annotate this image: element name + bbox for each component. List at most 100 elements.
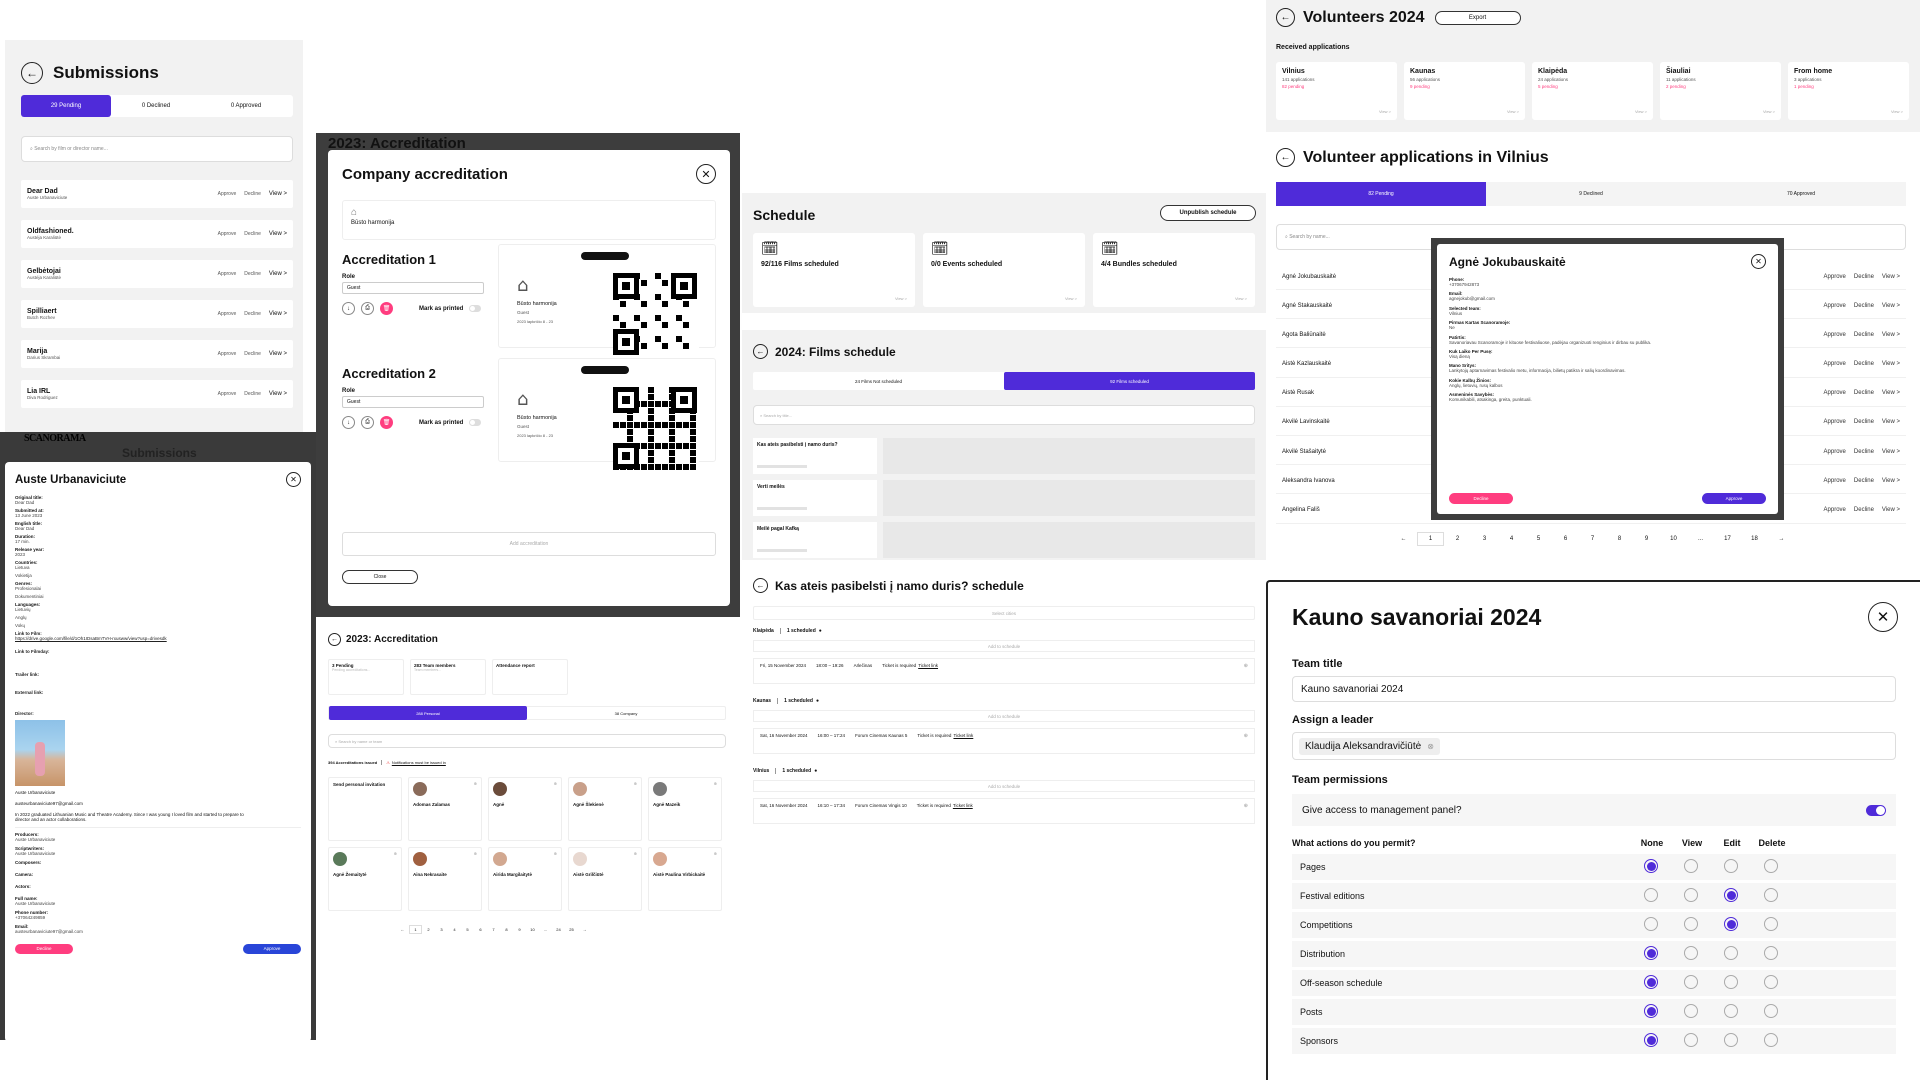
more-icon[interactable]: ⊕ bbox=[634, 781, 637, 786]
back-arrow-icon[interactable]: ← bbox=[753, 578, 768, 593]
view-link[interactable]: View > bbox=[1882, 507, 1900, 513]
decline-link[interactable]: Decline bbox=[1854, 303, 1874, 309]
tab-approved[interactable]: 0 Approved bbox=[201, 103, 291, 109]
tab-declined[interactable]: 0 Declined bbox=[111, 103, 201, 109]
scheduled-event[interactable]: Fri, 15 November 2024 18:00 – 19:26 Arleči… bbox=[753, 658, 1255, 684]
permission-radio-edit[interactable] bbox=[1724, 946, 1738, 960]
view-link[interactable]: View > bbox=[1882, 390, 1900, 396]
tab-scheduled[interactable]: 92 Films scheduled bbox=[1004, 372, 1255, 390]
person-card[interactable]: Agnė Šlekienė ⊕ bbox=[568, 777, 642, 841]
decline-link[interactable]: Decline bbox=[1854, 449, 1874, 455]
more-icon[interactable]: ⊕ bbox=[394, 851, 397, 856]
mark-printed-toggle[interactable] bbox=[469, 419, 482, 426]
view-link[interactable]: View > bbox=[269, 311, 287, 317]
decline-button[interactable]: Decline bbox=[1449, 493, 1513, 504]
approve-link[interactable]: Approve bbox=[1824, 361, 1846, 367]
back-arrow-icon[interactable]: ← bbox=[21, 62, 43, 84]
unpublish-button[interactable]: Unpublish schedule bbox=[1160, 205, 1256, 221]
more-icon[interactable]: ⊕ bbox=[634, 851, 637, 856]
print-icon[interactable]: ⎙ bbox=[361, 416, 374, 429]
permission-radio-view[interactable] bbox=[1684, 946, 1698, 960]
page-button[interactable]: 8 bbox=[1606, 532, 1633, 546]
tab-personal[interactable]: 288 Personal bbox=[329, 706, 527, 720]
person-card[interactable]: Aistė Paulina Virbickaitė ⊕ bbox=[648, 847, 722, 911]
decline-link[interactable]: Decline bbox=[244, 391, 261, 397]
view-link[interactable]: View > bbox=[1882, 449, 1900, 455]
page-button[interactable]: 7 bbox=[487, 925, 500, 934]
role-select[interactable]: Guest bbox=[342, 396, 484, 408]
submission-row[interactable]: Marija Darius Skrambai Approve Decline View … bbox=[21, 340, 293, 368]
more-icon[interactable]: ⊕ bbox=[554, 781, 557, 786]
permission-radio-view[interactable] bbox=[1684, 975, 1698, 989]
approve-button[interactable]: Approve bbox=[1702, 493, 1766, 504]
decline-link[interactable]: Decline bbox=[244, 351, 261, 357]
ticket-link[interactable]: Ticket link bbox=[918, 663, 938, 668]
approve-link[interactable]: Approve bbox=[218, 271, 237, 277]
permission-radio-none[interactable] bbox=[1644, 917, 1658, 931]
back-arrow-icon[interactable]: ← bbox=[753, 344, 768, 359]
page-button[interactable]: → bbox=[578, 925, 591, 934]
page-button[interactable]: 18 bbox=[1741, 532, 1768, 546]
permission-radio-edit[interactable] bbox=[1724, 917, 1738, 931]
team-title-input[interactable]: Kauno savanoriai 2024 bbox=[1292, 676, 1896, 702]
more-icon[interactable]: ⊕ bbox=[714, 781, 717, 786]
permission-radio-delete[interactable] bbox=[1764, 1033, 1778, 1047]
page-current[interactable]: 1 bbox=[409, 925, 422, 934]
close-icon[interactable]: ✕ bbox=[696, 164, 716, 184]
permission-radio-delete[interactable] bbox=[1764, 859, 1778, 873]
back-arrow-icon[interactable]: ← bbox=[1276, 148, 1295, 167]
page-button[interactable]: ← bbox=[1390, 532, 1417, 546]
film-row[interactable]: Verti meilės bbox=[753, 480, 1255, 516]
view-link[interactable]: View > bbox=[269, 351, 287, 357]
person-card[interactable]: Airida Margilaitytė ⊕ bbox=[488, 847, 562, 911]
close-button[interactable]: Close bbox=[342, 570, 418, 584]
view-link[interactable]: View > bbox=[1507, 109, 1519, 114]
permission-radio-none[interactable] bbox=[1644, 975, 1658, 989]
stat-card[interactable]: 283 Team members Team members... bbox=[410, 659, 486, 695]
page-button[interactable]: ← bbox=[396, 925, 409, 934]
permission-radio-edit[interactable] bbox=[1724, 859, 1738, 873]
page-button[interactable]: ... bbox=[1687, 532, 1714, 546]
scheduled-event[interactable]: Sat, 16 November 2024 16:10 – 17:34 Forum … bbox=[753, 798, 1255, 824]
schedule-stat-card[interactable]: 🗓 4/4 Bundles scheduled View > bbox=[1093, 233, 1255, 307]
page-button[interactable]: 9 bbox=[1633, 532, 1660, 546]
view-link[interactable]: View > bbox=[1891, 109, 1903, 114]
tab-pending[interactable]: 82 Pending bbox=[1276, 182, 1486, 206]
approve-link[interactable]: Approve bbox=[218, 351, 237, 357]
page-current[interactable]: 1 bbox=[1417, 532, 1444, 546]
add-to-schedule-button[interactable]: Add to schedule bbox=[753, 640, 1255, 652]
page-button[interactable]: 10 bbox=[1660, 532, 1687, 546]
approve-link[interactable]: Approve bbox=[1824, 449, 1846, 455]
permission-radio-view[interactable] bbox=[1684, 1033, 1698, 1047]
approve-link[interactable]: Approve bbox=[1824, 303, 1846, 309]
delete-icon[interactable]: 🗑 bbox=[380, 302, 393, 315]
page-button[interactable]: 25 bbox=[565, 925, 578, 934]
permission-radio-none[interactable] bbox=[1644, 1004, 1658, 1018]
view-link[interactable]: View > bbox=[1235, 296, 1247, 301]
film-row[interactable]: Meilė pagal Kafką bbox=[753, 522, 1255, 558]
person-card[interactable]: Aina Nekrasaite ⊕ bbox=[408, 847, 482, 911]
decline-link[interactable]: Decline bbox=[244, 271, 261, 277]
tab-pending[interactable]: 29 Pending bbox=[21, 95, 111, 117]
permission-radio-delete[interactable] bbox=[1764, 1004, 1778, 1018]
page-button[interactable]: 3 bbox=[1471, 532, 1498, 546]
page-button[interactable]: 24 bbox=[552, 925, 565, 934]
approve-link[interactable]: Approve bbox=[218, 231, 237, 237]
close-icon[interactable]: ✕ bbox=[1868, 602, 1898, 632]
back-arrow-icon[interactable]: ← bbox=[328, 633, 341, 646]
more-icon[interactable]: ⊕ bbox=[474, 781, 477, 786]
permission-radio-edit[interactable] bbox=[1724, 1033, 1738, 1047]
view-link[interactable]: View > bbox=[1882, 332, 1900, 338]
person-card[interactable]: Aistė Grilčiūtė ⊕ bbox=[568, 847, 642, 911]
approve-link[interactable]: Approve bbox=[1824, 507, 1846, 513]
close-icon[interactable]: ✕ bbox=[286, 472, 301, 487]
decline-button[interactable]: Decline bbox=[15, 943, 73, 954]
more-icon[interactable]: ⊕ bbox=[1244, 733, 1248, 739]
decline-link[interactable]: Decline bbox=[1854, 332, 1874, 338]
approve-link[interactable]: Approve bbox=[1824, 332, 1846, 338]
permission-radio-none[interactable] bbox=[1644, 946, 1658, 960]
delete-icon[interactable]: 🗑 bbox=[380, 416, 393, 429]
page-button[interactable]: 10 bbox=[526, 925, 539, 934]
view-link[interactable]: View > bbox=[1882, 478, 1900, 484]
stat-card[interactable]: 3 Pending Pending accreditations... bbox=[328, 659, 404, 695]
